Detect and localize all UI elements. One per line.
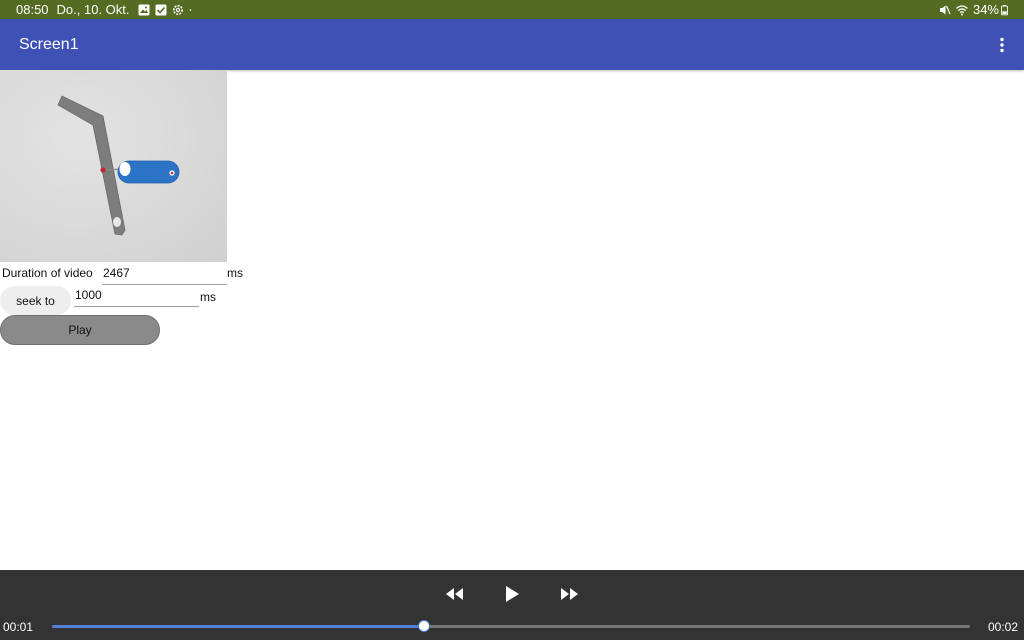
app-bar: Screen1 [0,19,1024,70]
battery-icon [1001,4,1008,15]
elapsed-time: 00:01 [3,620,34,634]
seek-bar[interactable] [52,620,970,632]
status-bar: 08:50 Do., 10. Okt. 34% [0,0,1024,19]
wifi-icon [956,4,968,15]
play-button[interactable]: Play [0,315,160,345]
status-time: 08:50 [16,2,49,17]
duration-unit: ms [227,266,243,280]
status-bar-left: 08:50 Do., 10. Okt. [16,0,200,19]
duration-row: Duration of video ms [2,262,252,286]
media-controls: 00:01 00:02 [0,570,1024,640]
duration-label: Duration of video [2,266,93,280]
app-title: Screen1 [19,36,79,53]
play-icon[interactable] [500,584,524,604]
fast-forward-icon[interactable] [557,584,581,604]
seek-unit: ms [200,290,216,304]
mute-icon [939,5,951,14]
seek-to-button[interactable]: seek to [0,286,71,315]
rewind-icon[interactable] [443,584,467,604]
battery-percent: 34% [972,2,999,17]
seek-bar-thumb[interactable] [417,620,430,632]
total-time: 00:02 [988,620,1019,634]
status-date: Do., 10. Okt. [56,2,130,17]
seek-bar-progress [52,625,424,628]
gallery-icon [138,4,150,15]
settings-gear-icon [172,4,183,15]
more-vertical-icon[interactable] [998,37,1006,53]
checkbox-icon [155,4,167,15]
video-player[interactable] [0,70,227,262]
seek-input[interactable] [74,284,199,307]
video-frame-image [57,95,180,236]
status-bar-right: 34% [939,0,1008,19]
dot-icon [189,8,191,11]
duration-input[interactable] [102,262,227,285]
